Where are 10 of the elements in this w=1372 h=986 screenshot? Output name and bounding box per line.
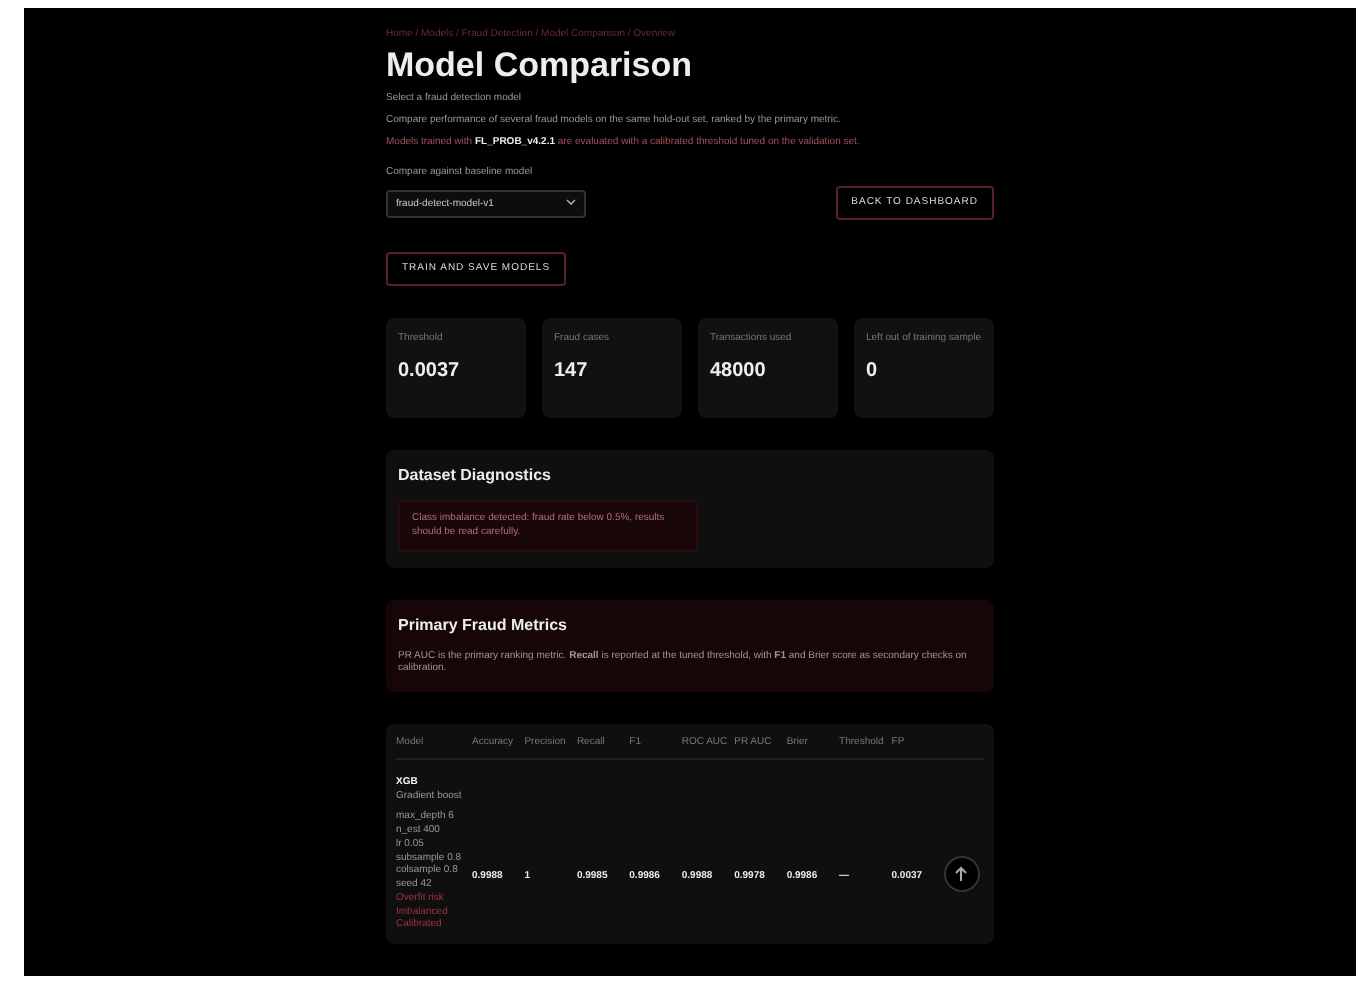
chevron-down-icon: [566, 197, 576, 206]
stat-value: 0.0037: [398, 358, 462, 386]
panel-title: Dataset Diagnostics: [398, 466, 553, 489]
scroll-up-button[interactable]: [943, 856, 980, 893]
panel-title: Primary Fraud Metrics: [398, 615, 569, 638]
stat-value: 48000: [710, 358, 768, 386]
arrow-up-icon: [954, 866, 969, 883]
stat-value: 0: [866, 358, 880, 386]
stat-value: 147: [554, 358, 590, 386]
page-title: Model Comparison: [386, 47, 695, 85]
